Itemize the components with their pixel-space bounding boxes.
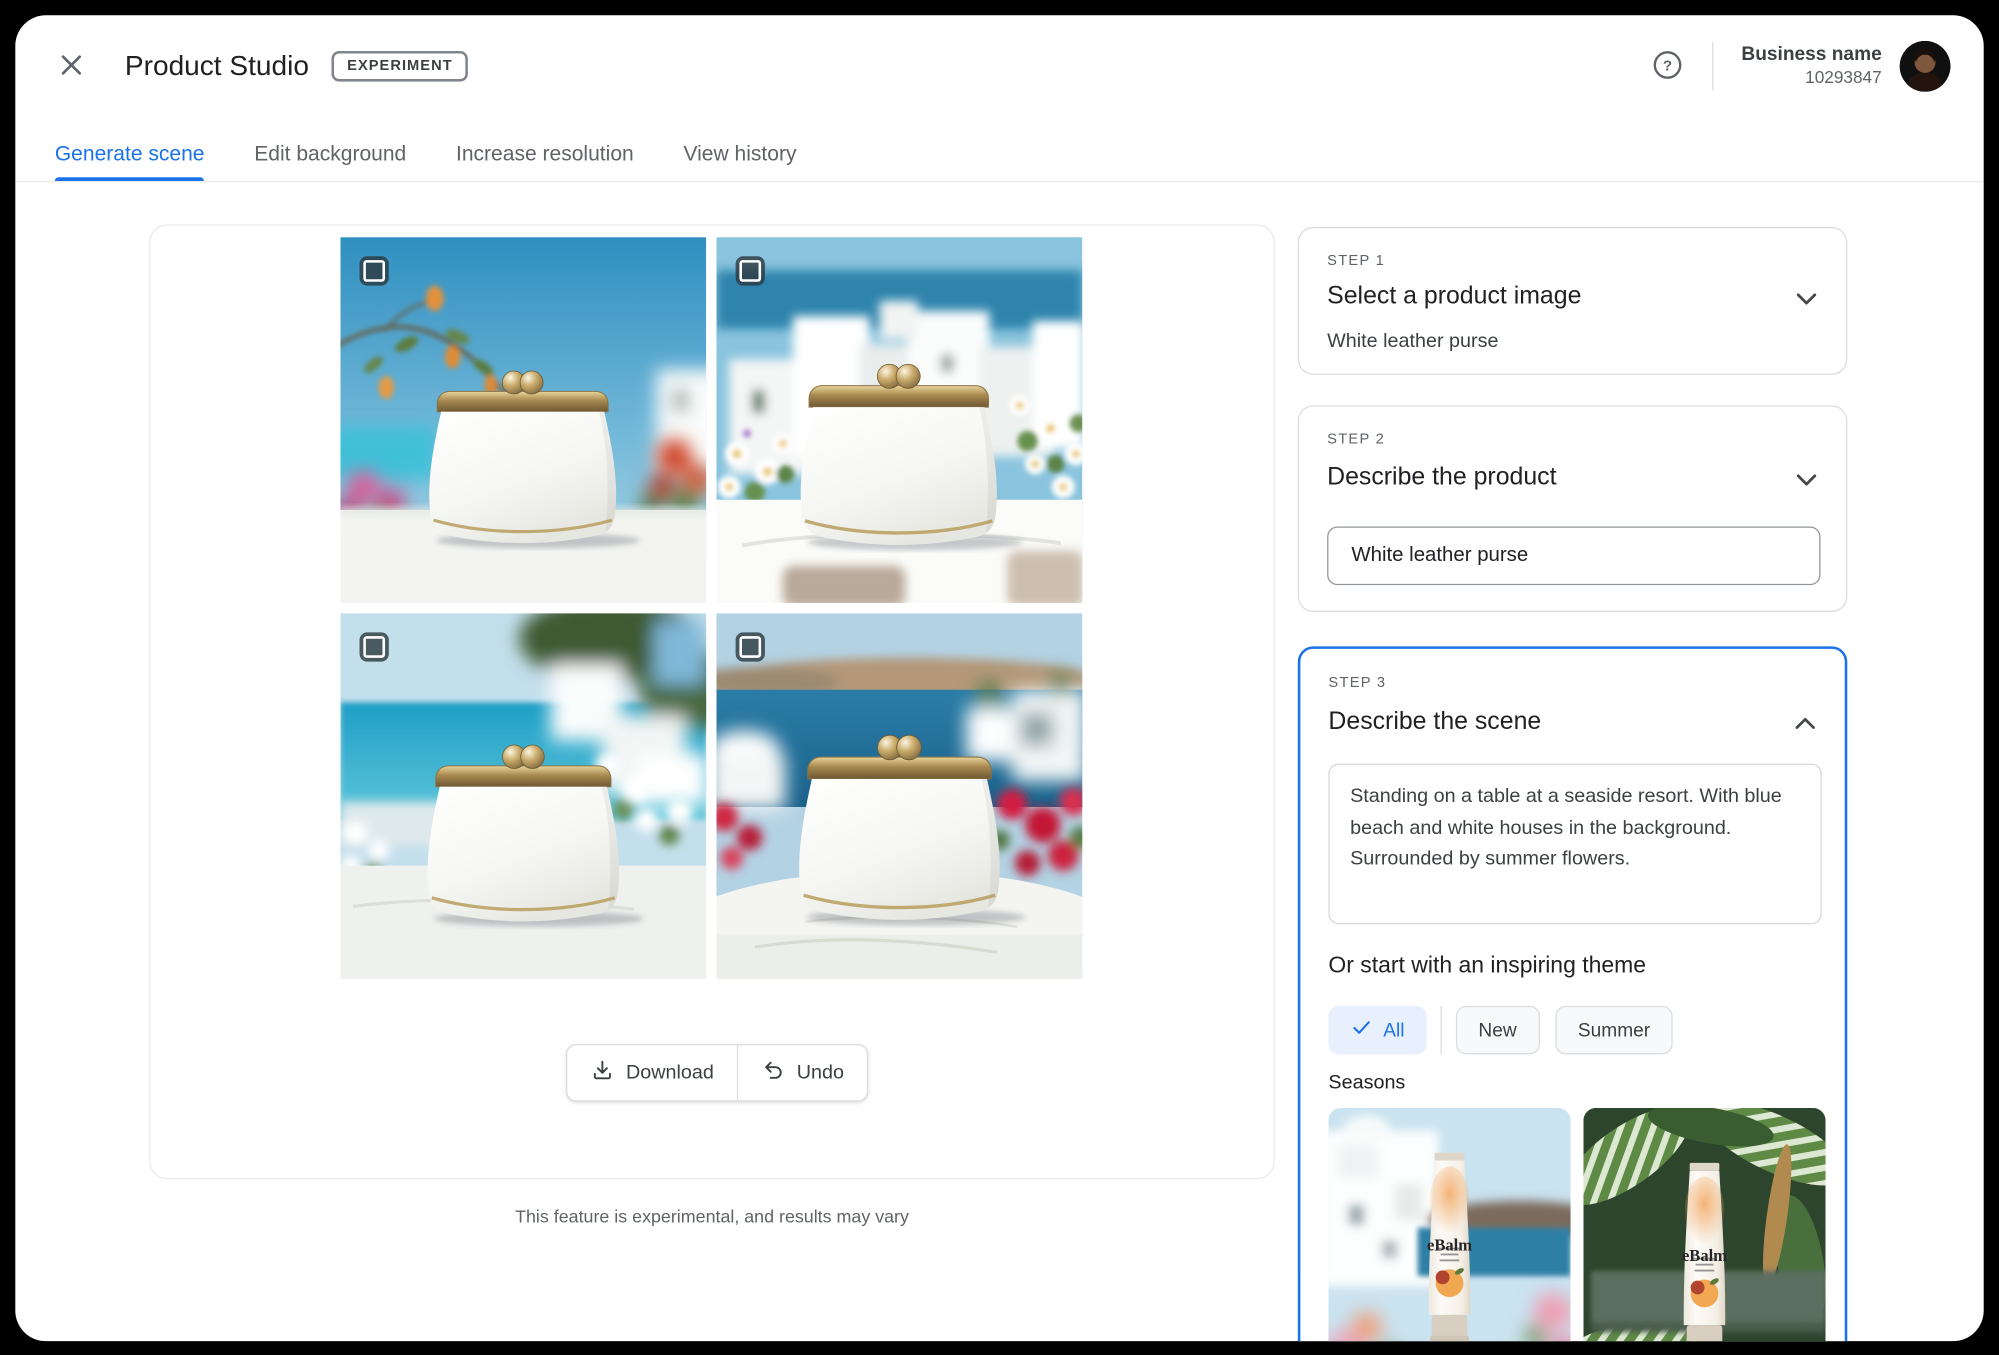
step1-selected-value: White leather purse <box>1327 330 1499 352</box>
theme-chips-row: All New Summer <box>1328 1005 1674 1055</box>
checkbox-box-icon <box>363 635 386 658</box>
step1-eyebrow: STEP 1 <box>1327 253 1386 269</box>
header-divider <box>1712 42 1714 91</box>
checkbox-box-icon <box>739 635 762 658</box>
page-title: Product Studio <box>124 49 309 82</box>
experimental-disclaimer: This feature is experimental, and result… <box>515 1206 909 1227</box>
step3-collapse-button[interactable] <box>1789 708 1822 745</box>
image-actions-bar: Download Undo <box>566 1044 869 1102</box>
business-name: Business name <box>1741 42 1882 65</box>
account-info: Business name 10293847 <box>1741 43 1881 90</box>
close-icon <box>56 49 87 83</box>
product-description-input[interactable] <box>1327 526 1821 586</box>
help-icon: ? <box>1651 48 1684 85</box>
step2-title: Describe the product <box>1327 462 1557 491</box>
generated-image-3[interactable] <box>340 612 707 979</box>
close-button[interactable] <box>56 49 87 83</box>
seasons-heading: Seasons <box>1328 1072 1406 1094</box>
tab-view-history[interactable]: View history <box>683 127 796 181</box>
chip-all-label: All <box>1383 1019 1405 1041</box>
purse-scene-1-illustration <box>340 237 707 604</box>
chip-new[interactable]: New <box>1455 1005 1540 1055</box>
chip-summer[interactable]: Summer <box>1554 1005 1674 1055</box>
generated-image-2[interactable] <box>716 237 1083 604</box>
chips-divider <box>1440 1005 1442 1055</box>
undo-icon <box>761 1058 785 1089</box>
chevron-up-icon <box>1789 717 1822 744</box>
header-right: ? Business name 10293847 <box>1651 40 1951 92</box>
theme-heading: Or start with an inspiring theme <box>1328 952 1646 978</box>
experiment-badge: EXPERIMENT <box>331 50 468 82</box>
seasons-thumbnails: eBalm eBalm <box>1328 1107 1826 1342</box>
step2-expand-button[interactable] <box>1790 463 1823 500</box>
step2-eyebrow: STEP 2 <box>1327 432 1386 448</box>
avatar[interactable] <box>1899 40 1951 92</box>
generated-image-4[interactable] <box>716 612 1083 979</box>
tab-generate-scene[interactable]: Generate scene <box>54 127 206 182</box>
undo-label: Undo <box>796 1061 844 1084</box>
step3-card: STEP 3 Describe the scene Standing on a … <box>1297 646 1848 1342</box>
step3-title: Describe the scene <box>1328 707 1542 736</box>
chevron-down-icon <box>1790 293 1823 319</box>
image-select-checkbox-3[interactable] <box>359 631 389 662</box>
scene-description-textarea[interactable]: Standing on a table at a seaside resort.… <box>1328 763 1822 925</box>
tab-bar: Generate scene Edit background Increase … <box>15 127 1984 183</box>
results-canvas: Download Undo <box>149 224 1275 1180</box>
season-theme-thumb-1[interactable]: eBalm <box>1328 1107 1571 1342</box>
help-button[interactable]: ? <box>1651 48 1684 85</box>
season-thumb-2-illustration: eBalm <box>1583 1107 1826 1342</box>
purse-scene-4-illustration <box>716 612 1083 979</box>
check-icon <box>1350 1016 1373 1044</box>
step2-card: STEP 2 Describe the product <box>1297 405 1848 612</box>
chip-summer-label: Summer <box>1577 1019 1651 1041</box>
step1-expand-button[interactable] <box>1790 282 1823 319</box>
purse-scene-3-illustration <box>340 612 707 979</box>
undo-button[interactable]: Undo <box>738 1045 867 1100</box>
step3-eyebrow: STEP 3 <box>1328 675 1387 691</box>
tab-edit-background[interactable]: Edit background <box>254 127 406 181</box>
svg-text:?: ? <box>1663 57 1672 74</box>
thumb1-brand-label: eBalm <box>1427 1236 1472 1255</box>
download-label: Download <box>625 1061 714 1084</box>
business-id: 10293847 <box>1805 68 1882 88</box>
product-studio-window: Product Studio EXPERIMENT ? Business nam… <box>15 15 1984 1342</box>
step1-title: Select a product image <box>1327 281 1582 310</box>
download-button[interactable]: Download <box>567 1045 736 1100</box>
image-select-checkbox-2[interactable] <box>735 256 765 286</box>
chevron-down-icon <box>1790 474 1823 500</box>
generated-image-grid <box>340 237 1083 979</box>
stage: Product Studio EXPERIMENT ? Business nam… <box>0 0 1999 1355</box>
download-icon <box>590 1058 614 1089</box>
generated-image-1[interactable] <box>340 237 707 604</box>
chip-all[interactable]: All <box>1328 1005 1427 1055</box>
tab-increase-resolution[interactable]: Increase resolution <box>456 127 634 181</box>
header: Product Studio EXPERIMENT ? Business nam… <box>15 15 1983 117</box>
checkbox-box-icon <box>363 260 386 282</box>
image-select-checkbox-4[interactable] <box>735 631 765 662</box>
thumb2-brand-label: eBalm <box>1682 1246 1727 1265</box>
season-theme-thumb-2[interactable]: eBalm <box>1583 1107 1826 1342</box>
step1-card: STEP 1 Select a product image White leat… <box>1297 226 1848 375</box>
image-select-checkbox-1[interactable] <box>359 256 389 286</box>
purse-scene-2-illustration <box>716 237 1083 604</box>
season-thumb-1-illustration: eBalm <box>1328 1107 1571 1342</box>
checkbox-box-icon <box>739 260 762 282</box>
chip-new-label: New <box>1478 1019 1517 1041</box>
